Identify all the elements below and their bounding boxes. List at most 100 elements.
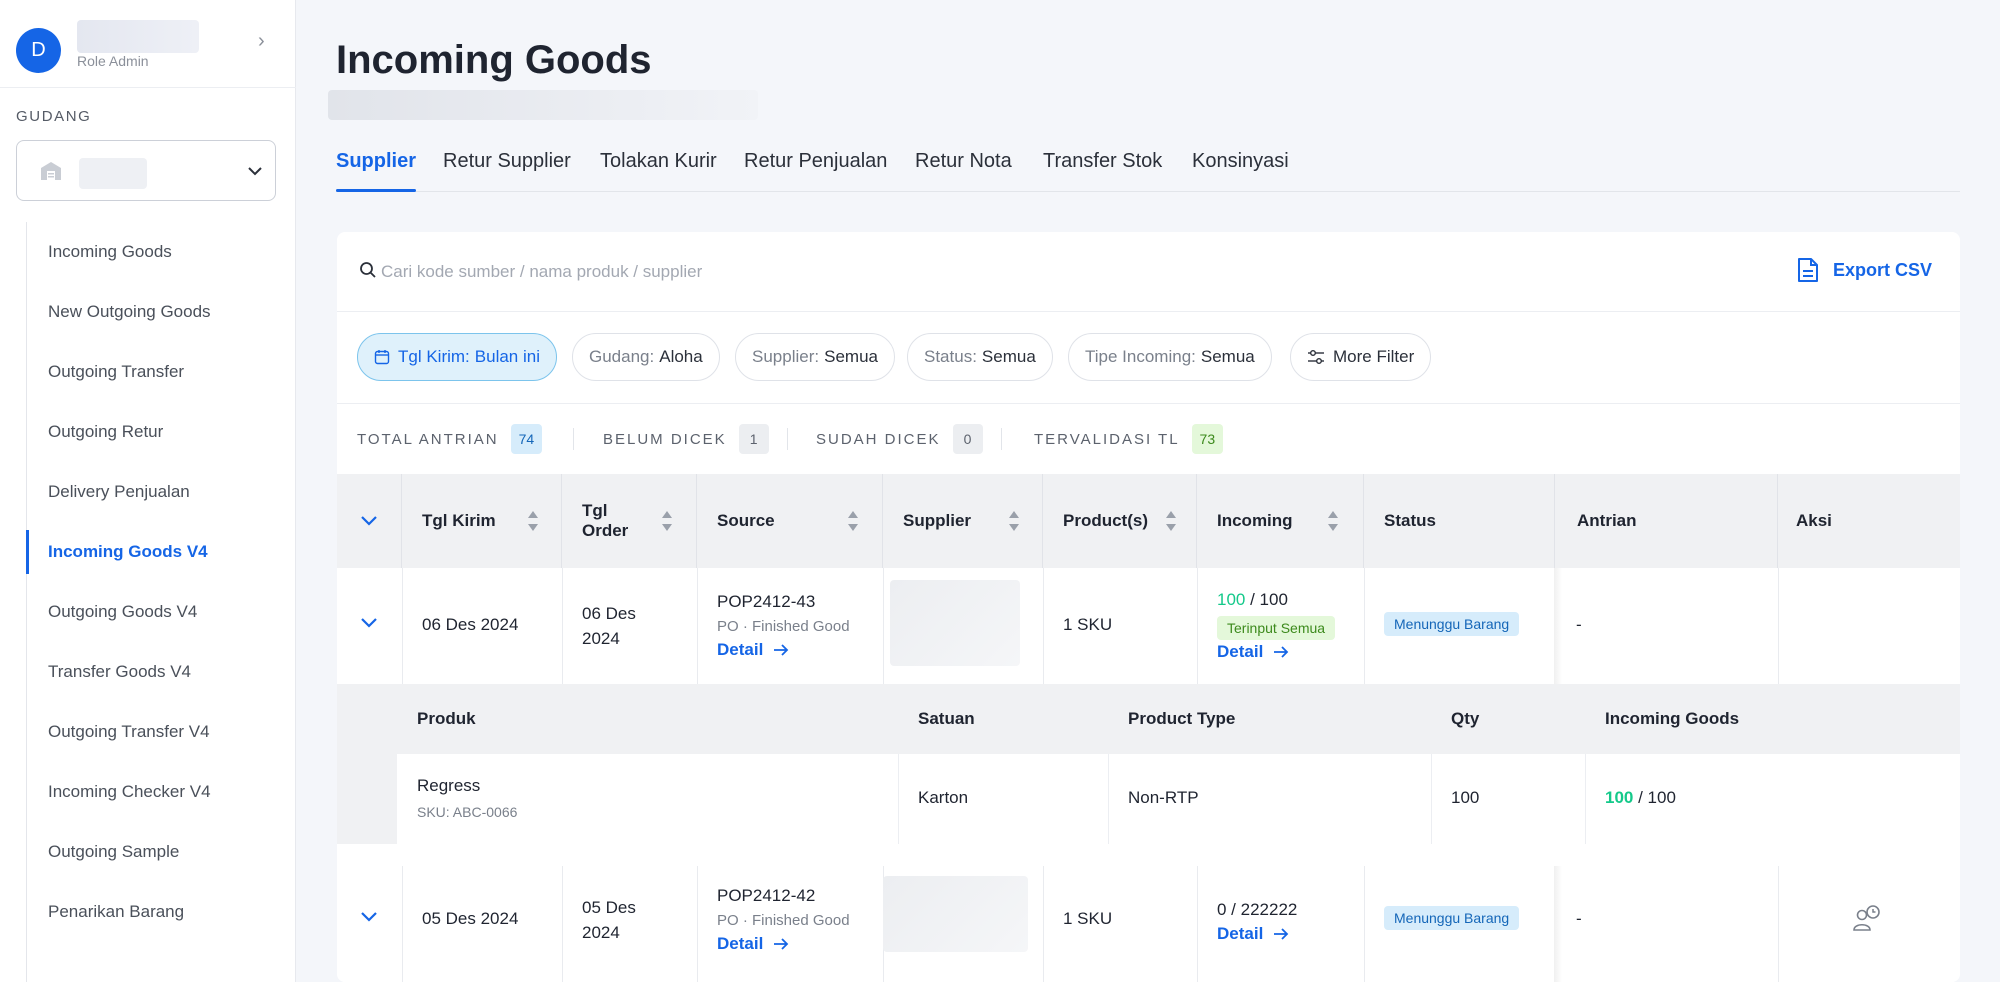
product-qty: 100: [1451, 788, 1480, 807]
chevron-down-icon[interactable]: [245, 161, 265, 181]
sidebar-item-incoming-checker-v4[interactable]: Incoming Checker V4: [27, 762, 297, 822]
gudang-select[interactable]: [16, 140, 276, 201]
column-divider: [1778, 568, 1779, 684]
sidebar-item-delivery-penjualan[interactable]: Delivery Penjualan: [27, 462, 297, 522]
page-subtitle-redacted: [328, 90, 758, 120]
sidebar-item-penarikan-barang[interactable]: Penarikan Barang: [27, 882, 297, 942]
column-header-status: Status: [1364, 474, 1554, 568]
incoming-total: / 100: [1250, 590, 1288, 609]
filter-tipe-incoming[interactable]: Tipe Incoming: Semua: [1068, 333, 1272, 381]
sidebar-item-new-outgoing-goods[interactable]: New Outgoing Goods: [27, 282, 297, 342]
warehouse-icon: [41, 162, 61, 180]
source-detail-link[interactable]: Detail: [717, 934, 789, 954]
status-cell: Menunggu Barang: [1384, 906, 1520, 930]
user-profile[interactable]: D Role Admin ›: [0, 0, 296, 88]
incoming-detail-link[interactable]: Detail: [1217, 642, 1289, 662]
stat-label: TERVALIDASI TL: [1034, 430, 1180, 448]
column-header-tgl-order[interactable]: Tgl Order: [562, 474, 697, 568]
page-title: Incoming Goods: [336, 38, 652, 82]
header-label: Status: [1384, 511, 1436, 530]
stat-count-badge: 1: [738, 424, 769, 454]
more-filter-button[interactable]: More Filter: [1290, 333, 1432, 381]
calendar-icon: [374, 350, 390, 365]
table-row[interactable]: 06 Des 2024 06 Des 2024 POP2412-43 PO · …: [337, 568, 1960, 684]
tab-bar: Supplier Retur Supplier Tolakan Kurir Re…: [336, 150, 1960, 192]
chevron-down-icon: [361, 516, 377, 526]
export-csv-button[interactable]: Export CSV: [1797, 257, 1932, 283]
avatar[interactable]: D: [16, 28, 61, 73]
arrow-right-icon: [774, 644, 789, 656]
sidebar-item-outgoing-retur[interactable]: Outgoing Retur: [27, 402, 297, 462]
tab-retur-penjualan[interactable]: Retur Penjualan: [744, 150, 887, 192]
sidebar-item-incoming-goods[interactable]: Incoming Goods: [27, 222, 297, 282]
stat-tervalidasi-tl[interactable]: TERVALIDASI TL 73: [1034, 424, 1224, 454]
more-filter-label: More Filter: [1333, 347, 1415, 366]
stat-belum-dicek[interactable]: BELUM DICEK 1: [603, 424, 769, 454]
chevron-down-icon[interactable]: [360, 617, 378, 629]
filter-gudang[interactable]: Gudang: Aloha: [572, 333, 720, 381]
expand-all-toggle[interactable]: [337, 474, 402, 568]
product-sku: SKU: ABC-0066: [417, 804, 518, 820]
stat-sudah-dicek[interactable]: SUDAH DICEK 0: [816, 424, 983, 454]
column-header-incoming[interactable]: Incoming: [1197, 474, 1364, 568]
tab-konsinyasi[interactable]: Konsinyasi: [1192, 150, 1289, 192]
detail-label: Detail: [1217, 642, 1264, 661]
tab-supplier[interactable]: Supplier: [336, 150, 417, 192]
sticky-column-shadow: [1554, 866, 1562, 982]
incoming-badge-wrap: Terinput Semua: [1217, 616, 1336, 640]
sort-icon: [1328, 511, 1338, 531]
chevron-right-icon[interactable]: ›: [258, 30, 265, 53]
antrian-value: -: [1576, 615, 1582, 634]
column-divider: [1197, 568, 1198, 684]
sub-table-row: Regress SKU: ABC-0066 Karton Non-RTP 100…: [397, 754, 1960, 844]
sub-header-satuan: Satuan: [918, 709, 975, 728]
header-label: Antrian: [1577, 511, 1637, 530]
chevron-down-icon[interactable]: [360, 911, 378, 923]
search-input[interactable]: [381, 252, 1281, 292]
column-divider: [402, 568, 403, 684]
source-detail-link[interactable]: Detail: [717, 640, 789, 660]
product-name: Regress: [417, 776, 481, 795]
sidebar-menu: Incoming Goods New Outgoing Goods Outgoi…: [26, 222, 296, 982]
gudang-name-redacted: [79, 158, 147, 189]
stat-label: BELUM DICEK: [603, 430, 727, 448]
incoming-detail-link[interactable]: Detail: [1217, 924, 1289, 944]
sidebar-item-incoming-goods-v4[interactable]: Incoming Goods V4: [26, 522, 297, 582]
tab-tolakan-kurir[interactable]: Tolakan Kurir: [600, 150, 717, 192]
user-clock-icon[interactable]: [1852, 904, 1882, 932]
file-icon: [1798, 258, 1818, 282]
sub-header-qty: Qty: [1451, 709, 1480, 728]
sidebar-item-outgoing-sample[interactable]: Outgoing Sample: [27, 822, 297, 882]
tab-transfer-stok[interactable]: Transfer Stok: [1043, 150, 1162, 192]
arrow-right-icon: [1274, 928, 1289, 940]
column-header-tgl-kirim[interactable]: Tgl Kirim: [402, 474, 562, 568]
column-header-products[interactable]: Product(s): [1043, 474, 1197, 568]
tab-retur-nota[interactable]: Retur Nota: [915, 150, 1012, 192]
column-divider: [883, 568, 884, 684]
column-header-supplier[interactable]: Supplier: [883, 474, 1043, 568]
filter-supplier[interactable]: Supplier: Semua: [735, 333, 895, 381]
product-type: Non-RTP: [1128, 788, 1199, 807]
table-row[interactable]: 05 Des 2024 05 Des 2024 POP2412-42 PO · …: [337, 866, 1960, 982]
sidebar-item-transfer-goods-v4[interactable]: Transfer Goods V4: [27, 642, 297, 702]
sort-icon: [848, 511, 858, 531]
filter-label: Tipe Incoming:: [1085, 347, 1196, 366]
sub-header-incoming-goods: Incoming Goods: [1605, 709, 1740, 728]
tgl-kirim: 06 Des 2024: [422, 615, 519, 634]
sidebar-item-outgoing-transfer[interactable]: Outgoing Transfer: [27, 342, 297, 402]
sidebar-item-outgoing-goods-v4[interactable]: Outgoing Goods V4: [27, 582, 297, 642]
filter-value: Semua: [981, 347, 1036, 366]
tab-retur-supplier[interactable]: Retur Supplier: [443, 150, 571, 192]
filter-tgl-kirim[interactable]: Tgl Kirim: Bulan ini: [357, 333, 557, 381]
column-divider: [697, 568, 698, 684]
column-header-source[interactable]: Source: [697, 474, 883, 568]
stat-total-antrian[interactable]: TOTAL ANTRIAN 74: [357, 424, 543, 454]
filter-status[interactable]: Status: Semua: [907, 333, 1053, 381]
stat-divider: [573, 428, 574, 450]
filter-label: Tgl Kirim:: [398, 347, 470, 366]
sidebar-item-outgoing-transfer-v4[interactable]: Outgoing Transfer V4: [27, 702, 297, 762]
header-label: Product(s): [1063, 511, 1148, 530]
products-count: 1 SKU: [1063, 615, 1113, 634]
user-name-redacted: [77, 20, 199, 53]
header-label: Tgl: [582, 501, 608, 520]
